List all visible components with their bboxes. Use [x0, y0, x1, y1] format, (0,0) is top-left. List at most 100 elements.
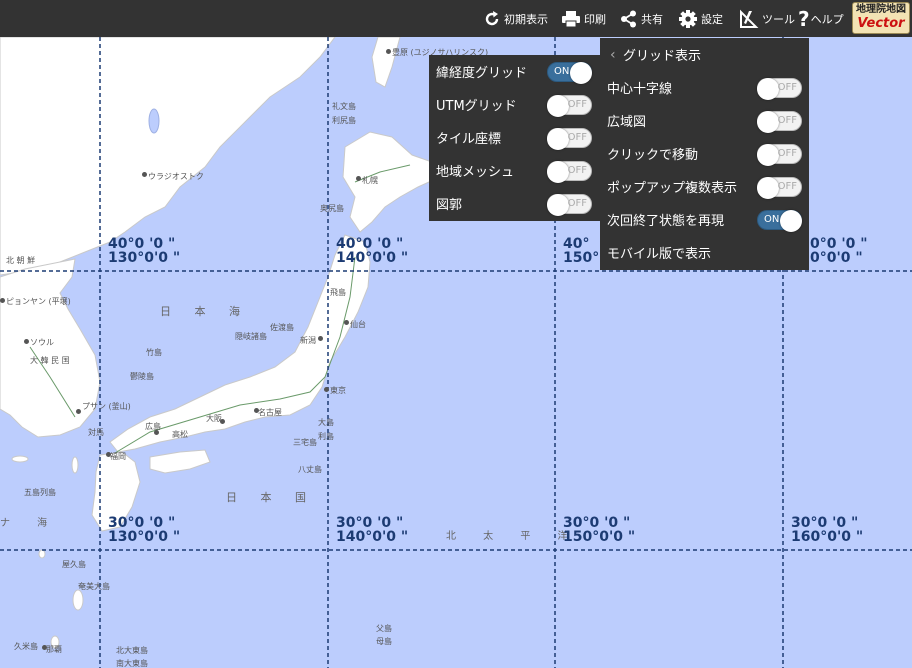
multi-popup-toggle[interactable]: OFF: [757, 177, 802, 199]
zukaku-toggle[interactable]: OFF: [547, 194, 592, 216]
setting-label: クリックで移動: [607, 148, 699, 163]
logo-title: 地理院地図: [856, 4, 906, 15]
setting-mobile-version[interactable]: モバイル版で表示: [600, 236, 809, 269]
setting-click-move[interactable]: クリックで移動 OFF: [600, 137, 809, 170]
label-miyake: 三宅島: [293, 438, 317, 447]
grid-option-utm[interactable]: UTMグリッド OFF: [429, 88, 600, 121]
grid-option-label: 緯経度グリッド: [436, 66, 528, 81]
city-marker: [42, 645, 47, 650]
print-button[interactable]: 印刷: [561, 0, 606, 37]
click-move-toggle[interactable]: OFF: [757, 144, 802, 166]
setting-label: モバイル版で表示: [607, 247, 712, 262]
city-marker: [24, 339, 29, 344]
grid-option-label: UTMグリッド: [436, 99, 517, 114]
logo-vector: Vector: [857, 16, 905, 31]
grid-option-latlon[interactable]: 緯経度グリッド ON: [429, 55, 600, 88]
grid-option-label: 地域メッシュ: [436, 165, 515, 180]
city-marker: [324, 387, 329, 392]
share-button[interactable]: 共有: [620, 0, 663, 37]
restore-state-toggle[interactable]: ON: [757, 210, 802, 232]
grid-option-label: 図郭: [436, 198, 463, 213]
panel-title: グリッド表示: [623, 49, 702, 64]
mesh-toggle[interactable]: OFF: [547, 161, 592, 183]
city-marker: [254, 408, 259, 413]
grid-option-mesh[interactable]: 地域メッシュ OFF: [429, 154, 600, 187]
city-marker: [386, 49, 391, 54]
ruler-icon: [740, 9, 759, 28]
grid-option-label: タイル座標: [436, 132, 502, 147]
grid-label-30-140: 30°0 '0 " 140°0'0 ": [336, 515, 409, 545]
label-tobishima: 飛島: [330, 288, 346, 297]
tools-button[interactable]: ツール: [739, 0, 795, 37]
label-toshima: 利島: [318, 432, 334, 441]
label-tokyo: 東京: [330, 386, 346, 395]
grid-label-40-160: 0°0 '0 " 0°0'0 ": [810, 236, 868, 266]
grid-option-tile[interactable]: タイル座標 OFF: [429, 121, 600, 154]
label-kitadaito: 北大東島: [116, 646, 148, 655]
label-south-korea: 大 韓 民 国: [30, 356, 70, 365]
back-chevron-icon[interactable]: ‹: [610, 47, 616, 63]
label-ulleungdo: 鬱陵島: [130, 372, 154, 381]
label-kume: 久米島: [14, 642, 38, 651]
label-east-china-sea: ナ 海: [0, 518, 60, 529]
label-oshima: 大島: [318, 418, 334, 427]
city-marker: [76, 409, 81, 414]
label-vladivostok: ウラジオストク: [148, 172, 204, 181]
label-sendai: 仙台: [350, 320, 366, 329]
city-marker: [318, 336, 323, 341]
label-tsushima: 対馬: [88, 428, 104, 437]
grid-display-header[interactable]: ‹ グリッド表示: [600, 38, 809, 71]
setting-crosshair[interactable]: 中心十字線 OFF: [600, 71, 809, 104]
settings-panel: ‹ グリッド表示 中心十字線 OFF 広域図 OFF クリックで移動 OFF ポ…: [600, 38, 809, 270]
label-fukuoka: 福岡: [110, 452, 126, 461]
reset-view-button[interactable]: 初期表示: [483, 0, 548, 37]
grid-label-40-140: 40°0 '0 " 140°0'0 ": [336, 236, 409, 266]
city-marker: [0, 298, 5, 303]
label-rishiri: 利尻島: [332, 116, 356, 125]
print-label: 印刷: [584, 12, 606, 26]
setting-label: 次回終了状態を再現: [607, 214, 725, 229]
label-north-korea: 北 朝 鮮: [6, 256, 36, 265]
grid-option-zukaku[interactable]: 図郭 OFF: [429, 187, 600, 220]
reset-view-label: 初期表示: [504, 12, 548, 26]
label-naha: 那覇: [46, 645, 62, 654]
refresh-icon: [485, 10, 499, 25]
gsi-logo[interactable]: 地理院地図 Vector: [852, 2, 910, 34]
setting-label: 広域図: [607, 115, 647, 130]
label-sado: 佐渡島: [270, 323, 294, 332]
settings-button[interactable]: 設定: [678, 0, 723, 37]
latlon-grid-toggle[interactable]: ON: [547, 62, 592, 84]
setting-label: ポップアップ複数表示: [607, 181, 738, 196]
tile-coord-toggle[interactable]: OFF: [547, 128, 592, 150]
tools-label: ツール: [762, 12, 795, 26]
setting-label: 中心十字線: [607, 82, 673, 97]
label-oki: 隠岐諸島: [235, 332, 267, 341]
city-marker: [344, 320, 349, 325]
setting-restore-state[interactable]: 次回終了状態を再現 ON: [600, 203, 809, 236]
city-marker: [154, 430, 159, 435]
label-ogasawara: 父島: [376, 624, 392, 633]
label-sea-of-japan: 日 本 海: [160, 305, 250, 318]
label-minamidaito: 南大東島: [116, 659, 148, 668]
label-okushiri: 奥尻島: [320, 204, 344, 213]
share-label: 共有: [641, 12, 663, 26]
grid-label-40-150: 40° 150°: [563, 236, 600, 266]
overview-map-toggle[interactable]: OFF: [757, 111, 802, 133]
help-button[interactable]: ? ヘルプ: [798, 0, 844, 37]
crosshair-toggle[interactable]: OFF: [757, 78, 802, 100]
label-rebun: 礼文島: [332, 102, 356, 111]
utm-grid-toggle[interactable]: OFF: [547, 95, 592, 117]
label-takeshima: 竹島: [146, 348, 162, 357]
label-takamatsu: 高松: [172, 430, 188, 439]
label-pacific: 北 太 平 洋: [446, 531, 580, 542]
share-icon: [621, 10, 636, 27]
label-nagoya: 名古屋: [258, 408, 282, 417]
setting-multi-popup[interactable]: ポップアップ複数表示 OFF: [600, 170, 809, 203]
label-gotoh: 五島列島: [24, 488, 56, 497]
label-hachijo: 八丈島: [298, 465, 322, 474]
city-marker: [220, 419, 225, 424]
help-icon: ?: [798, 6, 810, 31]
label-amami: 奄美大島: [78, 582, 110, 591]
label-yakushima: 屋久島: [62, 560, 86, 569]
setting-overview-map[interactable]: 広域図 OFF: [600, 104, 809, 137]
